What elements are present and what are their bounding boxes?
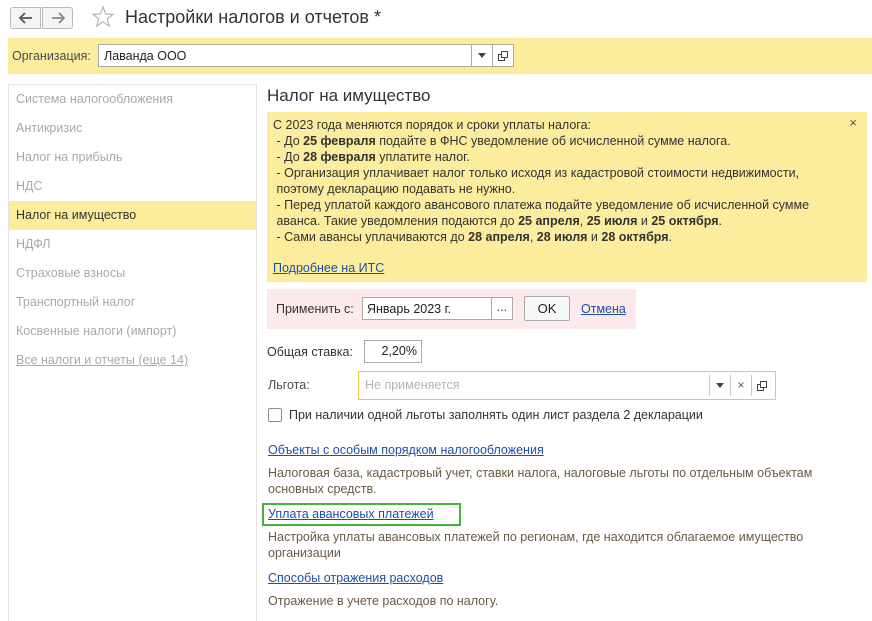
benefit-dropdown-button[interactable] [709, 375, 730, 396]
open-window-icon [757, 380, 767, 391]
section-title: Налог на имущество [267, 86, 431, 105]
advance-payments-description: Настройка уплаты авансовых платежей по р… [268, 530, 804, 560]
organization-value: Лаванда ООО [104, 49, 187, 63]
info-bold-date: 28 апреля [468, 230, 530, 244]
sidebar: Система налогообложения Антикризис Налог… [8, 84, 257, 621]
benefit-input[interactable] [362, 375, 708, 395]
info-line: - Организация уплачивает налог только ис… [273, 165, 843, 181]
open-window-icon [498, 50, 508, 61]
info-bold-date: 28 февраля [303, 150, 376, 164]
arrow-right-icon [51, 12, 65, 24]
info-text-segment: и [587, 230, 602, 244]
triangle-down-icon [478, 53, 486, 58]
info-line: аванса. Такие уведомления подаются до 25… [273, 213, 843, 229]
info-line: - Сами авансы уплачиваются до 28 апреля,… [273, 229, 843, 245]
one-sheet-checkbox-label[interactable]: При наличии одной льготы заполнять один … [289, 408, 703, 422]
triangle-down-icon [716, 383, 724, 388]
info-text-segment: аванса. Такие уведомления подаются до [273, 214, 519, 228]
benefit-field: × [358, 371, 776, 400]
info-bold-date: 28 июля [536, 230, 588, 244]
info-text: С 2023 года меняются порядок и сроки упл… [273, 117, 843, 245]
sidebar-item-ndfl[interactable]: НДФЛ [9, 230, 256, 259]
benefit-label: Льгота: [268, 378, 310, 392]
expense-methods-link[interactable]: Способы отражения расходов [268, 571, 443, 585]
sidebar-item-indirect-taxes[interactable]: Косвенные налоги (импорт) [9, 317, 256, 346]
info-text-segment: - Перед уплатой каждого авансового плате… [273, 198, 810, 212]
clear-button[interactable]: × [730, 375, 751, 396]
cancel-link[interactable]: Отмена [581, 302, 626, 316]
title-bar: Настройки налогов и отчетов * [0, 0, 872, 38]
expense-methods-description: Отражение в учете расходов по налогу. [268, 594, 499, 608]
info-text-segment: - Сами авансы уплачиваются до [273, 230, 469, 244]
info-line: поэтому декларацию подавать не нужно. [273, 181, 843, 197]
info-text-segment: , [579, 214, 587, 228]
forward-button[interactable] [42, 7, 73, 29]
organization-dropdown-button[interactable] [472, 44, 493, 67]
info-line: С 2023 года меняются порядок и сроки упл… [273, 117, 843, 133]
info-text-segment: . [668, 230, 673, 244]
sidebar-item-vat[interactable]: НДС [9, 172, 256, 201]
one-sheet-checkbox[interactable] [268, 408, 282, 422]
sidebar-item-profit-tax[interactable]: Налог на прибыль [9, 143, 256, 172]
info-text-segment: подайте в ФНС уведомление об исчисленной… [375, 134, 731, 148]
page-title: Настройки налогов и отчетов * [125, 7, 381, 27]
info-text-segment: С 2023 года меняются порядок и сроки упл… [273, 118, 591, 132]
apply-from-field[interactable]: Январь 2023 г. [362, 297, 492, 320]
sidebar-item-all-taxes[interactable]: Все налоги и отчеты (еще 14) [9, 346, 256, 375]
organization-bar: Организация: Лаванда ООО [8, 38, 872, 74]
info-bold-date: 25 июля [586, 214, 638, 228]
sidebar-item-insurance[interactable]: Страховые взносы [9, 259, 256, 288]
special-objects-link[interactable]: Объекты с особым порядком налогообложени… [268, 443, 544, 457]
rate-field[interactable]: 2,20% [364, 340, 422, 363]
organization-field[interactable]: Лаванда ООО [98, 44, 472, 67]
info-text-segment: уплатите налог. [375, 150, 470, 164]
sidebar-item-tax-system[interactable]: Система налогообложения [9, 85, 256, 114]
info-bold-date: 25 октября [651, 214, 719, 228]
favorite-star-icon[interactable] [91, 5, 115, 29]
ok-button[interactable]: OK [524, 296, 570, 321]
apply-from-label: Применить с: [276, 302, 354, 316]
info-text-segment: , [529, 230, 537, 244]
info-bold-date: 25 апреля [518, 214, 580, 228]
arrow-left-icon [18, 12, 32, 24]
info-text-segment: и [637, 214, 652, 228]
info-notice: × С 2023 года меняются порядок и сроки у… [267, 112, 867, 282]
sidebar-item-anticrisis[interactable]: Антикризис [9, 114, 256, 143]
sidebar-item-property-tax[interactable]: Налог на имущество [9, 201, 256, 230]
info-line: - Перед уплатой каждого авансового плате… [273, 197, 843, 213]
apply-from-panel: Применить с: Январь 2023 г. ... OK Отмен… [267, 289, 636, 329]
info-text-segment: - До [273, 134, 304, 148]
organization-open-button[interactable] [493, 44, 514, 67]
organization-label: Организация: [12, 49, 91, 63]
back-button[interactable] [10, 7, 41, 29]
info-text-segment: - Организация уплачивает налог только ис… [273, 166, 800, 180]
info-text-segment: . [718, 214, 722, 228]
info-bold-date: 28 октября [601, 230, 669, 244]
select-period-button[interactable]: ... [492, 297, 513, 320]
special-objects-description: Налоговая база, кадастровый учет, ставки… [268, 466, 813, 496]
info-bold-date: 25 февраля [303, 134, 376, 148]
apply-from-value: Январь 2023 г. [367, 302, 452, 316]
info-line: - До 25 февраля подайте в ФНС уведомлени… [273, 133, 843, 149]
close-icon[interactable]: × [849, 115, 857, 130]
sidebar-item-transport-tax[interactable]: Транспортный налог [9, 288, 256, 317]
its-details-link[interactable]: Подробнее на ИТС [273, 261, 384, 275]
info-line: - До 28 февраля уплатите налог. [273, 149, 843, 165]
benefit-open-button[interactable] [751, 375, 772, 396]
info-text-segment: - До [273, 150, 304, 164]
info-text-segment: поэтому декларацию подавать не нужно. [273, 182, 516, 196]
rate-label: Общая ставка: [267, 345, 353, 359]
advance-payments-link[interactable]: Уплата авансовых платежей [268, 507, 434, 521]
